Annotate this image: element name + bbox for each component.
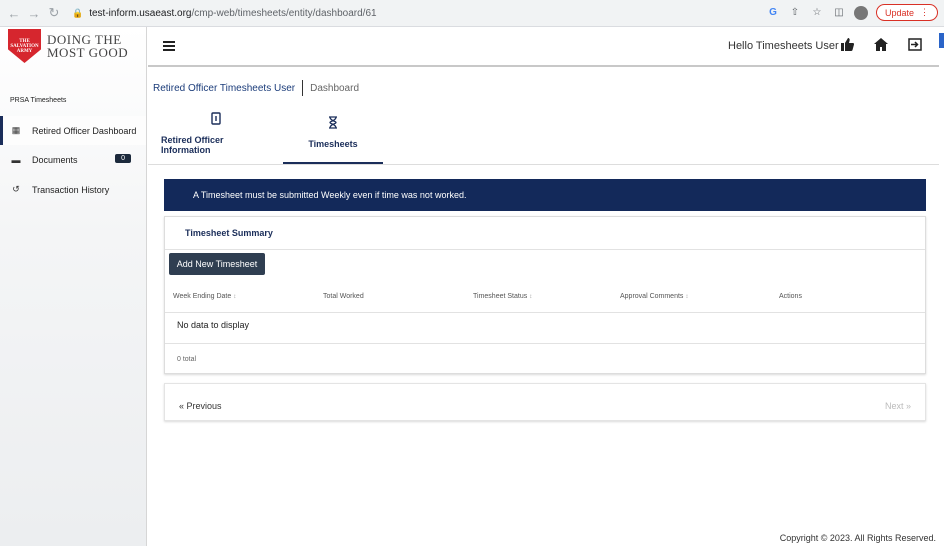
sidebar-item-dashboard[interactable]: ▦ Retired Officer Dashboard (0, 116, 146, 145)
tab-bar: Retired Officer Information Timesheets (148, 102, 939, 165)
update-label: Update (884, 7, 914, 18)
folder-icon: ▬ (11, 154, 21, 165)
sidebar-item-transaction-history[interactable]: ↺ Transaction History (0, 175, 146, 204)
shield-text: THE SALVATION ARMY (10, 38, 39, 54)
sort-icon: ↕ (685, 294, 689, 300)
thumbs-up-icon[interactable] (839, 38, 855, 54)
copyright-footer: Copyright © 2023. All Rights Reserved. (779, 533, 936, 543)
id-card-icon (211, 111, 221, 128)
breadcrumb-page: Dashboard (310, 82, 360, 94)
address-bar[interactable]: 🔒 test-inform.usaeast.org/cmp-web/timesh… (72, 8, 377, 19)
google-icon[interactable]: G (766, 7, 780, 18)
pagination: « Previous Next » (164, 383, 926, 421)
history-icon: ↺ (12, 184, 20, 194)
more-vert-icon: ⋮ (920, 7, 929, 17)
logout-icon[interactable] (907, 38, 923, 54)
panel-title: Timesheet Summary (185, 228, 273, 238)
empty-table-message: No data to display (177, 320, 250, 330)
back-icon[interactable]: ← (6, 5, 22, 21)
hamburger-menu-icon[interactable] (163, 41, 175, 51)
sort-icon: ↕ (233, 294, 237, 300)
next-page-link[interactable]: Next » (885, 401, 911, 411)
tab-retired-officer-information[interactable]: Retired Officer Information (161, 102, 271, 164)
weekly-notice-banner: A Timesheet must be submitted Weekly eve… (164, 179, 926, 211)
sidebar-header: PRSA Timesheets (10, 97, 67, 104)
salvation-army-shield-icon: THE SALVATION ARMY (8, 29, 41, 63)
url-host: test-inform.usaeast.org (89, 7, 192, 19)
column-header-label: Timesheet Status (473, 293, 528, 300)
divider (165, 249, 925, 250)
hourglass-icon (328, 115, 338, 132)
divider (165, 343, 925, 344)
breadcrumb-user[interactable]: Retired Officer Timesheets User (153, 83, 295, 94)
breadcrumb-divider (302, 80, 304, 96)
divider (165, 312, 925, 313)
notice-text: A Timesheet must be submitted Weekly eve… (193, 190, 467, 200)
star-icon[interactable]: ☆ (810, 7, 824, 18)
column-header-timesheet-status[interactable]: Timesheet Status ↕ (473, 293, 532, 300)
column-header-approval-comments[interactable]: Approval Comments ↕ (620, 293, 688, 300)
add-new-timesheet-button[interactable]: Add New Timesheet (169, 253, 265, 275)
timesheet-summary-panel: Timesheet Summary Add New Timesheet Week… (164, 216, 926, 374)
sidebar-item-label: Retired Officer Dashboard (32, 125, 137, 136)
app-header: Hello Timesheets User (148, 27, 939, 67)
tab-timesheets[interactable]: Timesheets (283, 102, 383, 164)
sidebar: THE SALVATION ARMY DOING THE MOST GOOD P… (0, 27, 147, 546)
column-header-week-ending-date[interactable]: Week Ending Date ↕ (173, 293, 236, 300)
column-header-total-worked: Total Worked (323, 293, 364, 300)
update-button[interactable]: Update ⋮ (875, 4, 938, 21)
sidebar-item-label: Documents (32, 154, 78, 165)
column-header-label: Total Worked (323, 293, 364, 300)
side-panel-icon[interactable]: ◫ (832, 7, 846, 18)
column-header-label: Actions (779, 293, 802, 300)
home-icon[interactable] (873, 38, 889, 54)
documents-count-badge: 0 (115, 154, 131, 163)
lock-icon: 🔒 (72, 7, 84, 18)
brand-logo[interactable]: THE SALVATION ARMY DOING THE MOST GOOD (8, 29, 128, 63)
share-icon[interactable]: ⇧ (788, 7, 802, 18)
sort-icon: ↕ (529, 294, 533, 300)
column-header-actions: Actions (779, 293, 802, 300)
breadcrumb: Retired Officer Timesheets User Dashboar… (153, 80, 359, 96)
logo-text: DOING THE MOST GOOD (47, 33, 128, 59)
forward-icon[interactable]: → (26, 5, 42, 21)
sidebar-item-documents[interactable]: ▬ Documents 0 (0, 145, 146, 174)
column-header-label: Approval Comments (620, 293, 684, 300)
sidebar-item-label: Transaction History (32, 184, 110, 195)
dashboard-icon: ▦ (11, 125, 21, 135)
column-header-label: Week Ending Date (173, 293, 232, 300)
previous-page-link[interactable]: « Previous (179, 401, 222, 411)
tab-label: Timesheets (308, 138, 358, 149)
greeting: Hello Timesheets User (728, 40, 839, 52)
browser-nav: ← → ↻ (6, 5, 62, 21)
profile-avatar-icon[interactable] (853, 5, 868, 20)
scroll-indicator (939, 33, 944, 48)
reload-icon[interactable]: ↻ (46, 5, 62, 21)
logo-line2: MOST GOOD (47, 45, 129, 60)
url-path: /cmp-web/timesheets/entity/dashboard/61 (191, 7, 377, 19)
browser-actions: G ⇧ ☆ ◫ Update ⋮ (766, 4, 938, 21)
tab-label: Retired Officer Information (161, 134, 224, 155)
total-count: 0 total (177, 356, 197, 363)
browser-toolbar: ← → ↻ 🔒 test-inform.usaeast.org/cmp-web/… (0, 0, 944, 27)
